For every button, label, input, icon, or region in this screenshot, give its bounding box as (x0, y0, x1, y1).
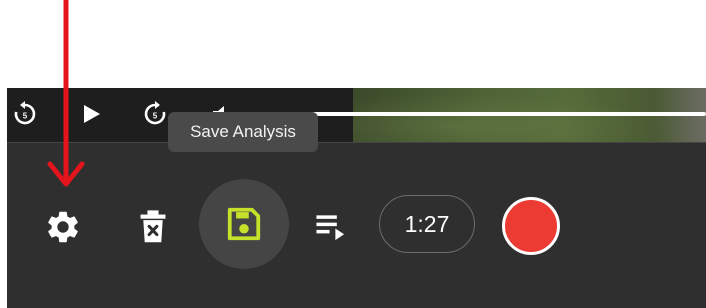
forward-seconds-label: 5 (153, 112, 158, 121)
delete-button[interactable] (131, 205, 175, 249)
rewind-5-button[interactable]: 5 (9, 98, 41, 130)
timer-display[interactable]: 1:27 (379, 195, 475, 253)
replay-5-icon: 5 (14, 101, 36, 125)
floppy-disk-icon (227, 207, 261, 241)
page: 5 5 Save Analysis 1:27 (0, 0, 706, 308)
save-analysis-button[interactable] (199, 179, 289, 269)
record-button[interactable] (502, 197, 560, 255)
playlist-play-icon (316, 215, 345, 241)
trash-icon (140, 210, 166, 243)
gear-icon (48, 211, 78, 243)
analysis-toolbar: 1:27 (7, 142, 706, 308)
settings-button[interactable] (41, 205, 85, 249)
annotation-arrow-icon (47, 0, 85, 187)
save-analysis-tooltip: Save Analysis (168, 112, 318, 152)
playlist-button[interactable] (309, 205, 353, 249)
forward-5-icon: 5 (144, 101, 166, 125)
forward-5-button[interactable]: 5 (139, 98, 171, 130)
seek-bar[interactable] (277, 112, 706, 116)
video-player-strip: 5 5 (7, 88, 706, 142)
rewind-seconds-label: 5 (23, 112, 28, 121)
